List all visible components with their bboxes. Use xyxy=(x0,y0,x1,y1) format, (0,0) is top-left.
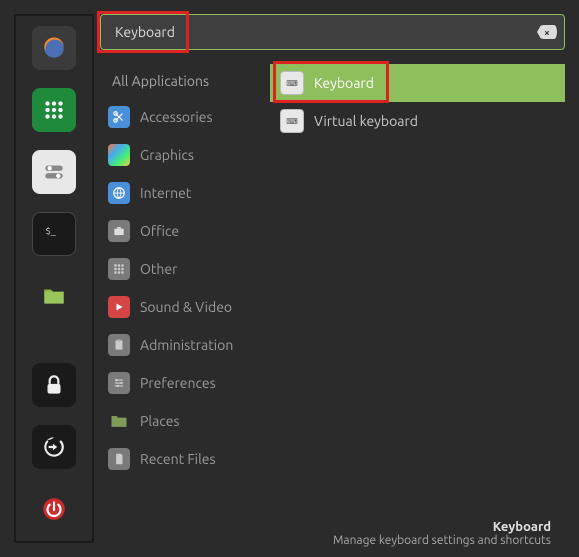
category-label: Office xyxy=(140,223,179,239)
dock-toggle[interactable] xyxy=(32,150,76,194)
category-label: Administration xyxy=(140,337,233,353)
category-graphics[interactable]: Graphics xyxy=(100,136,270,174)
footer: Keyboard Manage keyboard settings and sh… xyxy=(100,514,565,557)
result-label: Virtual keyboard xyxy=(314,113,418,129)
globe-icon xyxy=(108,182,130,204)
search-input[interactable] xyxy=(100,14,565,50)
dock-lock[interactable] xyxy=(32,363,76,407)
document-icon xyxy=(108,448,130,470)
category-label: Graphics xyxy=(140,147,194,163)
category-label: Recent Files xyxy=(140,451,216,467)
power-icon xyxy=(41,496,67,522)
category-office[interactable]: Office xyxy=(100,212,270,250)
category-label: Preferences xyxy=(140,375,216,391)
menu-panel: × All Applications Accessories Graphics … xyxy=(100,14,565,557)
play-icon xyxy=(108,296,130,318)
category-other[interactable]: Other xyxy=(100,250,270,288)
folder-small-icon xyxy=(108,410,130,432)
palette-icon xyxy=(108,144,130,166)
category-column: All Applications Accessories Graphics In… xyxy=(100,56,270,514)
folder-icon xyxy=(41,283,67,309)
category-recent-files[interactable]: Recent Files xyxy=(100,440,270,478)
category-label: Internet xyxy=(140,185,191,201)
category-label: All Applications xyxy=(112,73,209,89)
search-row: × xyxy=(100,14,565,50)
category-administration[interactable]: Administration xyxy=(100,326,270,364)
category-preferences[interactable]: Preferences xyxy=(100,364,270,402)
category-internet[interactable]: Internet xyxy=(100,174,270,212)
keyboard-icon: ⌨ xyxy=(280,109,304,133)
dock: $_ xyxy=(14,14,94,543)
footer-title: Keyboard xyxy=(114,520,551,534)
category-places[interactable]: Places xyxy=(100,402,270,440)
firefox-icon xyxy=(41,35,67,61)
terminal-icon: $_ xyxy=(41,221,67,247)
category-sound-video[interactable]: Sound & Video xyxy=(100,288,270,326)
clear-search-button[interactable]: × xyxy=(537,25,557,39)
category-all-applications[interactable]: All Applications xyxy=(100,64,270,98)
category-label: Sound & Video xyxy=(140,299,232,315)
dock-logout[interactable] xyxy=(32,425,76,469)
dock-files[interactable] xyxy=(32,274,76,318)
toggle-icon xyxy=(41,159,67,185)
results-column: ⌨ Keyboard ⌨ Virtual keyboard xyxy=(270,56,565,514)
dock-firefox[interactable] xyxy=(32,26,76,70)
briefcase-icon xyxy=(108,220,130,242)
svg-text:$_: $_ xyxy=(45,225,55,236)
result-virtual-keyboard[interactable]: ⌨ Virtual keyboard xyxy=(270,102,565,140)
scissors-icon xyxy=(108,106,130,128)
dock-apps[interactable] xyxy=(32,88,76,132)
footer-description: Manage keyboard settings and shortcuts xyxy=(114,534,551,547)
grid-small-icon xyxy=(108,258,130,280)
result-label: Keyboard xyxy=(314,75,374,91)
category-accessories[interactable]: Accessories xyxy=(100,98,270,136)
clipboard-icon xyxy=(108,334,130,356)
lock-icon xyxy=(41,372,67,398)
dock-terminal[interactable]: $_ xyxy=(32,212,76,256)
category-label: Places xyxy=(140,413,180,429)
content-area: All Applications Accessories Graphics In… xyxy=(100,56,565,514)
result-keyboard[interactable]: ⌨ Keyboard xyxy=(270,64,565,102)
keyboard-icon: ⌨ xyxy=(280,71,304,95)
category-label: Accessories xyxy=(140,109,213,125)
logout-icon xyxy=(41,434,67,460)
sliders-icon xyxy=(108,372,130,394)
category-label: Other xyxy=(140,261,177,277)
dock-power[interactable] xyxy=(32,487,76,531)
grid-icon xyxy=(41,97,67,123)
